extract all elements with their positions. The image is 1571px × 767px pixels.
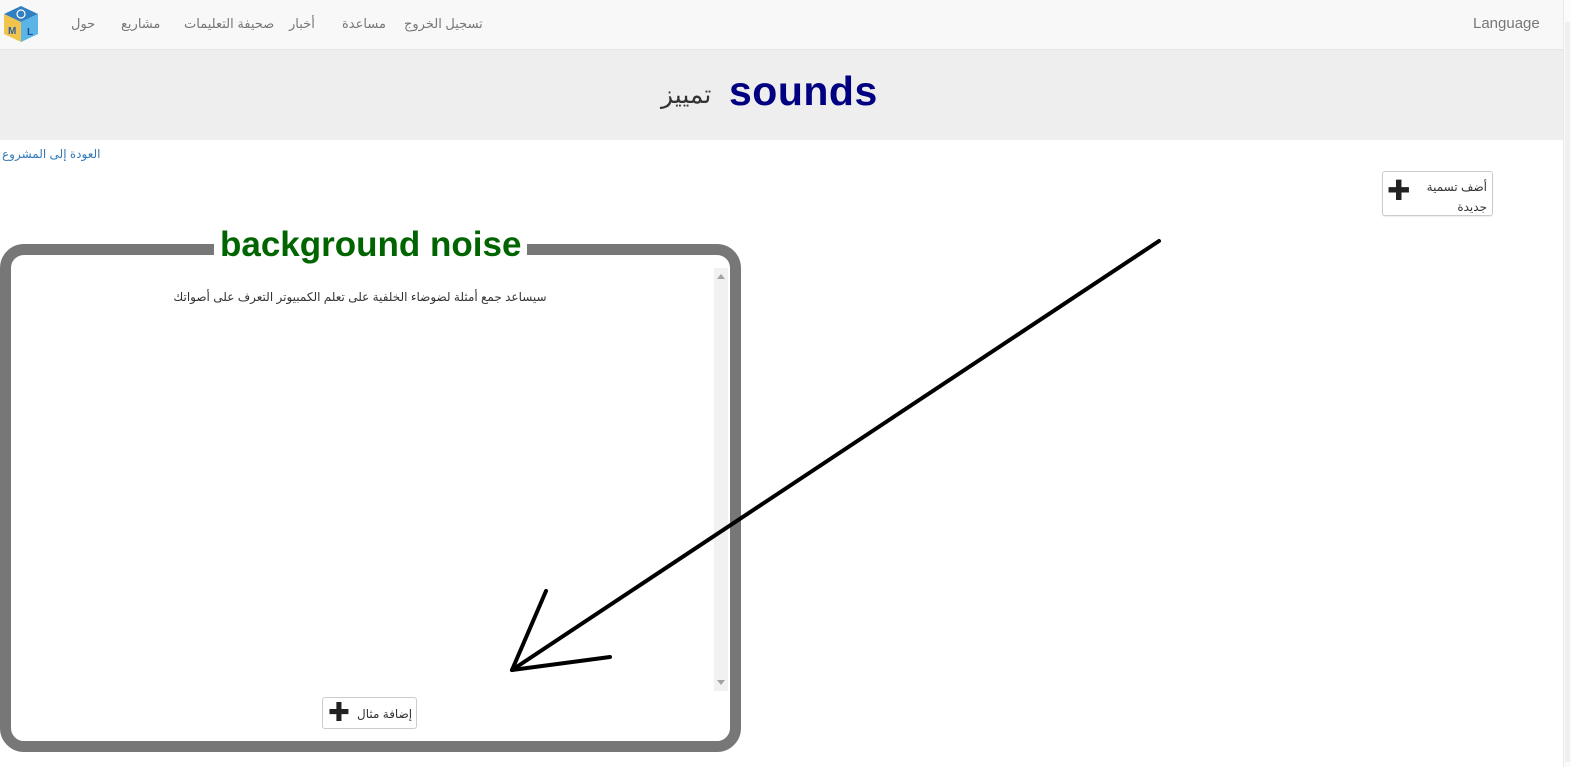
project-header: تمييز sounds	[0, 50, 1563, 140]
label-card	[0, 244, 741, 752]
nav-worksheets[interactable]: صحيفة التعليمات	[184, 16, 274, 32]
examples-scrollbar[interactable]	[714, 268, 728, 691]
page-scrollbar-thumb[interactable]	[1565, 22, 1570, 762]
label-name: background noise	[214, 224, 528, 266]
nav-about[interactable]: حول	[71, 16, 95, 32]
top-navbar: M L حول مشاريع صحيفة التعليمات أخبار مسا…	[0, 0, 1563, 50]
page-scrollbar[interactable]	[1563, 0, 1571, 767]
svg-text:L: L	[27, 27, 33, 38]
add-new-label-text: أضف تسمية جديدة	[1426, 180, 1487, 214]
language-menu[interactable]: Language	[1473, 15, 1540, 32]
plus-icon: ✚	[1387, 175, 1411, 206]
label-description: سيساعد جمع أمثلة لضوضاء الخلفية على تعلم…	[173, 290, 547, 304]
nav-news[interactable]: أخبار	[289, 16, 315, 32]
nav-help[interactable]: مساعدة	[342, 16, 386, 32]
project-type: تمييز	[661, 81, 712, 109]
back-to-project-link[interactable]: العودة إلى المشروع	[2, 147, 100, 161]
add-example-text: إضافة مثال	[357, 707, 413, 721]
add-new-label-button[interactable]: ✚ أضف تسمية جديدة	[1382, 171, 1493, 216]
nav-logout[interactable]: تسجيل الخروج	[404, 16, 483, 32]
svg-text:M: M	[8, 26, 16, 37]
nav-projects[interactable]: مشاريع	[121, 16, 160, 32]
scroll-up-icon[interactable]	[717, 274, 725, 279]
project-name: sounds	[729, 68, 878, 114]
ml-logo-icon[interactable]: M L	[2, 4, 40, 44]
add-example-button[interactable]: ✚ إضافة مثال	[322, 697, 417, 729]
plus-icon: ✚	[328, 697, 350, 727]
scroll-down-icon[interactable]	[717, 680, 725, 685]
